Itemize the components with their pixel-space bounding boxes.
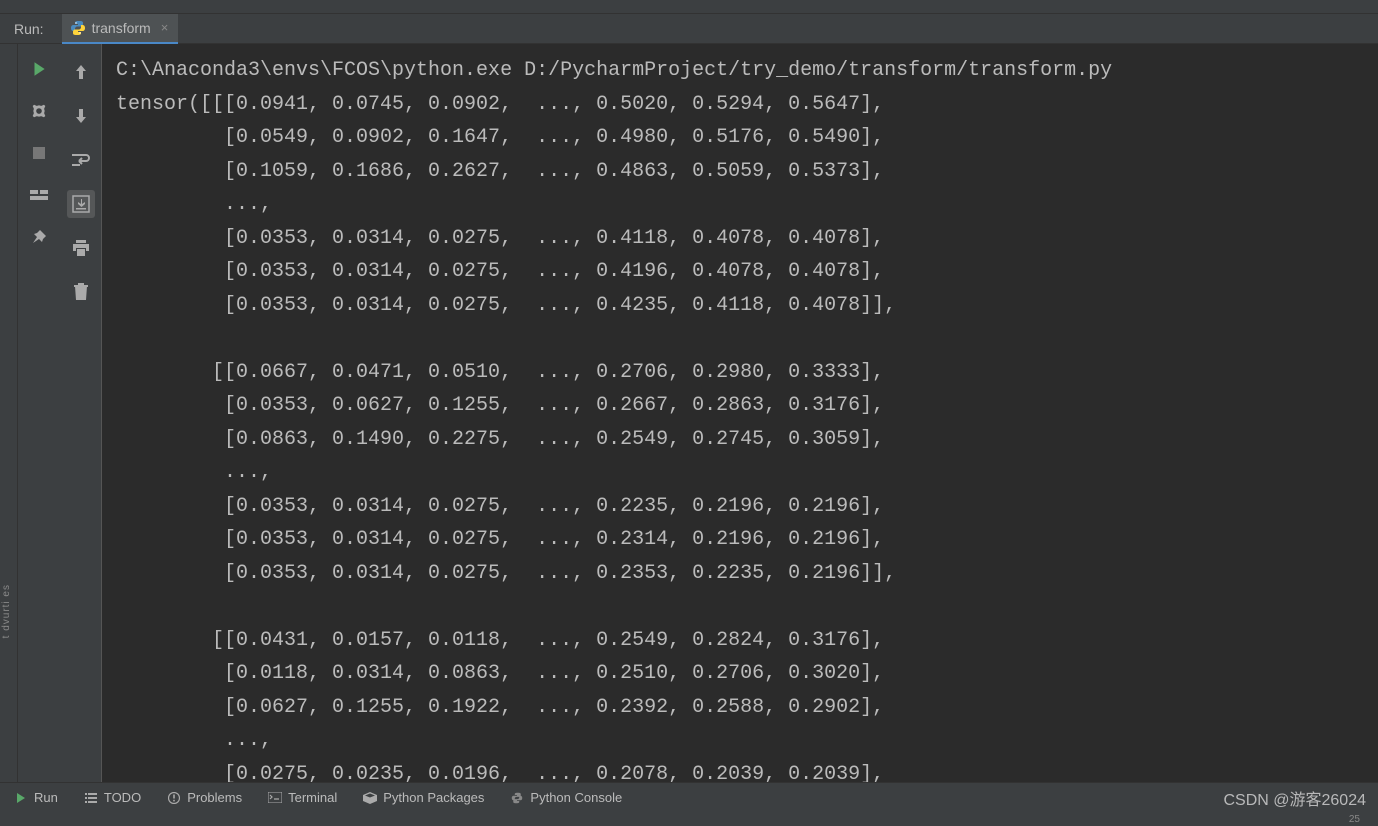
stop-button[interactable]: [28, 142, 50, 164]
pin-button[interactable]: [28, 226, 50, 248]
bottom-packages-button[interactable]: Python Packages: [363, 790, 484, 805]
console-output-area[interactable]: C:\Anaconda3\envs\FCOS\python.exe D:/Pyc…: [102, 44, 1378, 782]
run-label: Run:: [14, 21, 44, 37]
console-text: C:\Anaconda3\envs\FCOS\python.exe D:/Pyc…: [116, 54, 1378, 782]
list-icon: [84, 791, 98, 805]
clear-all-button[interactable]: [67, 278, 95, 306]
bottom-problems-button[interactable]: Problems: [167, 790, 242, 805]
bottom-console-label: Python Console: [530, 790, 622, 805]
bottom-problems-label: Problems: [187, 790, 242, 805]
terminal-icon: [268, 791, 282, 805]
bottom-todo-button[interactable]: TODO: [84, 790, 141, 805]
tool-window-stripe-left: t dvurti es: [0, 44, 18, 782]
up-arrow-button[interactable]: [67, 58, 95, 86]
bottom-run-label: Run: [34, 790, 58, 805]
print-button[interactable]: [67, 234, 95, 262]
bottom-todo-label: TODO: [104, 790, 141, 805]
down-arrow-button[interactable]: [67, 102, 95, 130]
top-strip: [0, 0, 1378, 14]
status-right-number: 25: [1349, 814, 1360, 825]
bottom-tool-bar: Run TODO Problems Terminal Python Packag…: [0, 782, 1378, 812]
warning-icon: [167, 791, 181, 805]
console-gutter-toolbar: [60, 44, 102, 782]
bottom-terminal-label: Terminal: [288, 790, 337, 805]
bottom-terminal-button[interactable]: Terminal: [268, 790, 337, 805]
settings-button[interactable]: [28, 100, 50, 122]
bottom-run-button[interactable]: Run: [14, 790, 58, 805]
run-tab-transform[interactable]: transform ×: [62, 14, 179, 44]
left-stripe-text: t dvurti es: [1, 584, 12, 638]
run-tab-name: transform: [92, 20, 151, 36]
python-file-icon: [70, 20, 86, 36]
layout-button[interactable]: [28, 184, 50, 206]
soft-wrap-button[interactable]: [67, 146, 95, 174]
rerun-button[interactable]: [28, 58, 50, 80]
run-action-toolbar: [18, 44, 60, 782]
bottom-packages-label: Python Packages: [383, 790, 484, 805]
packages-icon: [363, 791, 377, 805]
status-bar: 25: [0, 812, 1378, 826]
bottom-console-button[interactable]: Python Console: [510, 790, 622, 805]
scroll-to-end-button[interactable]: [67, 190, 95, 218]
run-tool-window-header: Run: transform ×: [0, 14, 1378, 44]
play-icon: [14, 791, 28, 805]
run-tool-window-body: t dvurti es: [0, 44, 1378, 782]
python-icon: [510, 791, 524, 805]
close-icon[interactable]: ×: [161, 20, 169, 35]
